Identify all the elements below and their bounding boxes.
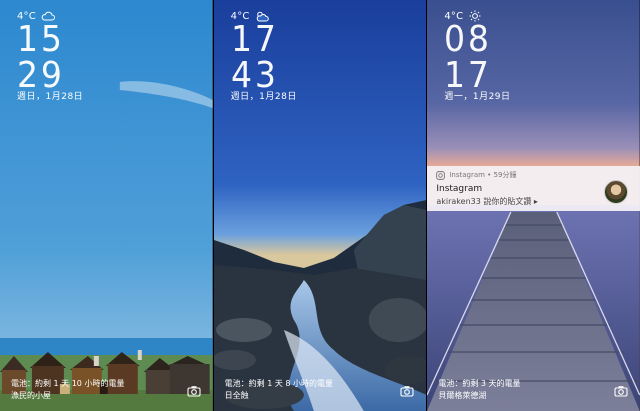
date-text: 週一，1月29日 <box>444 92 511 102</box>
battery-status: 電池：約剩 3 天的電量 <box>438 379 521 388</box>
notification-app-row: Instagram • 59分鐘 <box>436 170 516 180</box>
camera-icon[interactable] <box>614 385 628 397</box>
date-text: 週日，1月28日 <box>17 92 84 102</box>
battery-status: 電池：約剩 1 天 8 小時的電量 <box>224 379 334 388</box>
lockscreen-1: 4°C 15 29 週日，1月28日 電池：約剩 1 天 10 小時的電量 漁民… <box>0 0 213 411</box>
notification-app-text: Instagram • 59分鐘 <box>449 171 517 179</box>
wallpaper-caption: 漁民的小屋 <box>11 391 51 400</box>
avatar <box>604 180 629 204</box>
date-text: 週日，1月28日 <box>230 92 297 102</box>
wallpaper-caption: 貝爾格萊德湖 <box>438 391 487 400</box>
notification-text: akiraken33 說你的貼文讚 ▸ <box>436 197 538 206</box>
camera-icon[interactable] <box>187 385 201 397</box>
clock-hour: 08 <box>444 19 493 60</box>
notification-card[interactable]: Instagram • 59分鐘 Instagram akiraken33 說你… <box>427 166 640 211</box>
clock-hour: 15 <box>17 19 65 60</box>
notification-title: Instagram <box>436 184 483 194</box>
lockscreen-3: 4°C 08 17 週一，1月29日 Instagram • 59分鐘 Inst… <box>427 0 640 411</box>
wallpaper-caption: 日全蝕 <box>224 391 249 400</box>
lockscreen-comparison: 4°C 15 29 週日，1月28日 電池：約剩 1 天 10 小時的電量 漁民… <box>0 0 640 411</box>
clock-hour: 17 <box>230 19 279 60</box>
camera-icon[interactable] <box>400 385 414 397</box>
battery-status: 電池：約剩 1 天 10 小時的電量 <box>11 379 125 388</box>
instagram-icon <box>436 170 446 180</box>
lockscreen-2: 4°C 17 43 週日，1月28日 電池：約剩 1 天 8 小時的電量 日全蝕 <box>213 0 427 411</box>
